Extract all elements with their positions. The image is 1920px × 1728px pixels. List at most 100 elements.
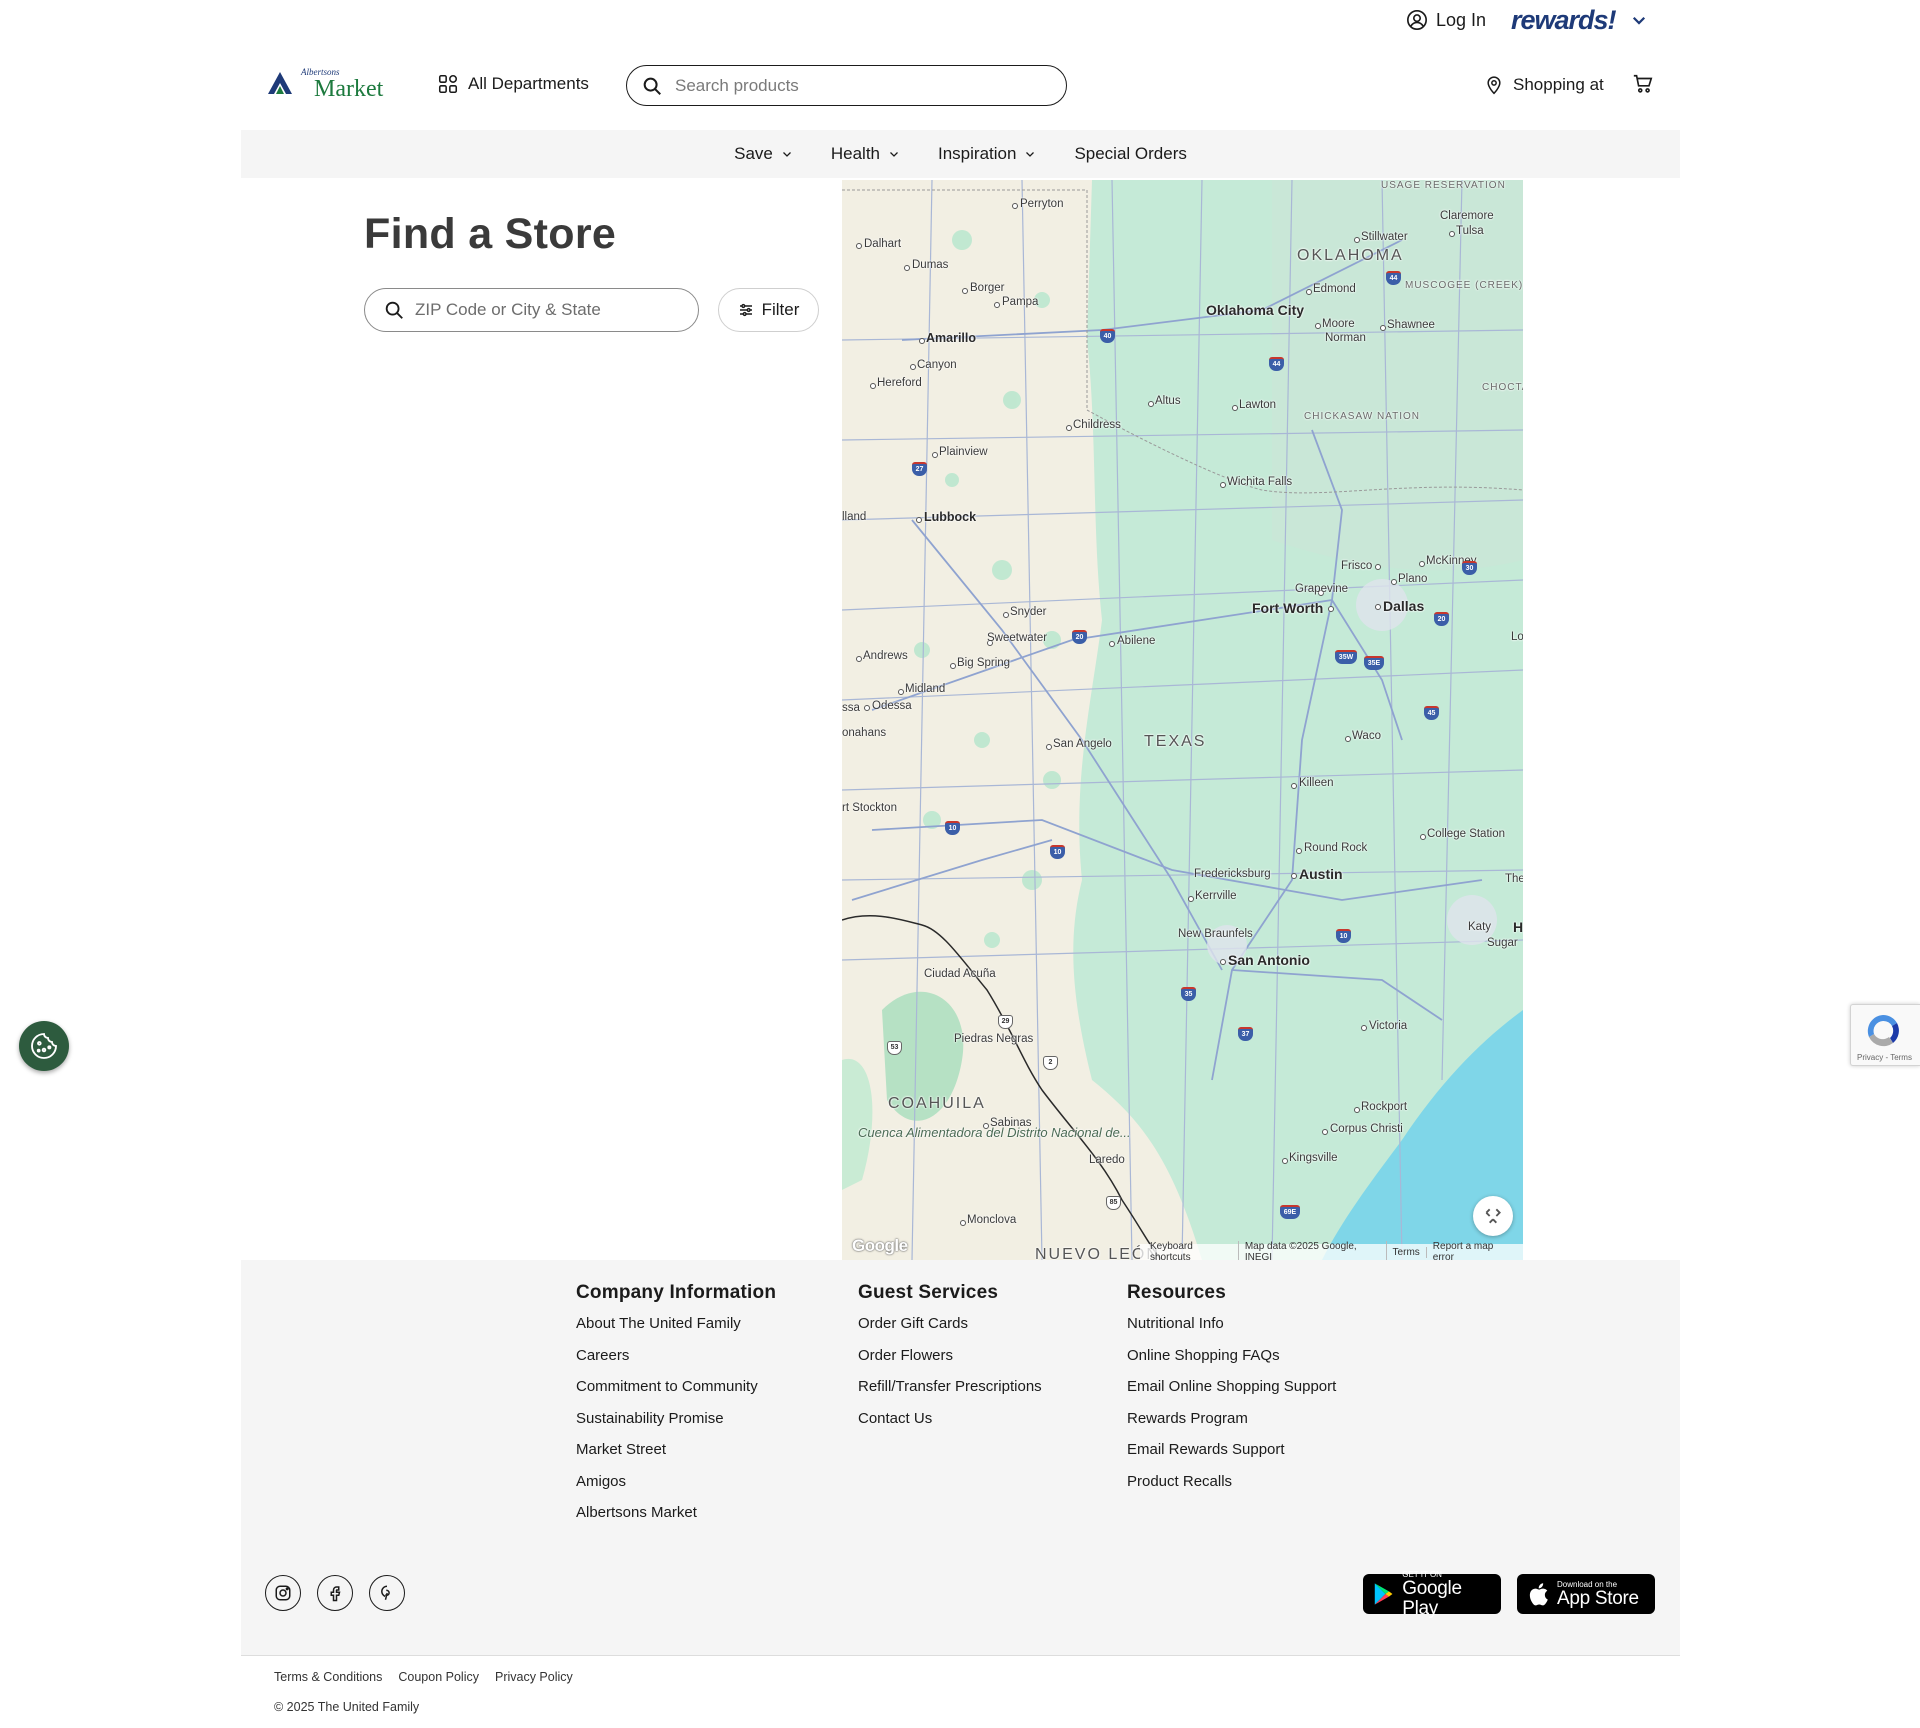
map-label-city: Plano [1398,573,1428,585]
nav-save[interactable]: Save [715,144,812,164]
map-attribution-bar: Keyboard shortcuts Map data ©2025 Google… [1140,1241,1523,1260]
social-links [265,1575,405,1611]
app-store-badge[interactable]: Download on the App Store [1517,1574,1655,1614]
copyright-text: © 2025 The United Family [274,1700,420,1714]
map-label-city: Monclova [967,1214,1017,1226]
map-label-city: San Angelo [1053,738,1112,750]
albertsons-market-logo[interactable]: Albertsons Market [266,66,386,106]
map-terms-link[interactable]: Terms [1387,1246,1427,1258]
sliders-icon [739,303,752,317]
footer-link[interactable]: Refill/Transfer Prescriptions [858,1377,1042,1409]
zip-city-state-input[interactable] [415,300,685,320]
chevron-down-icon [1632,16,1645,25]
map-dot [1220,959,1226,965]
footer-link[interactable]: Nutritional Info [1127,1314,1336,1346]
footer-link[interactable]: Online Shopping FAQs [1127,1346,1336,1378]
instagram-link[interactable] [265,1575,301,1611]
map-label-cuenca: Cuenca Alimentadora del Distrito Naciona… [858,1126,1131,1140]
interstate-shield: 37 [1238,1027,1253,1041]
map-label-city: Tulsa [1456,225,1484,237]
facebook-link[interactable] [317,1575,353,1611]
map-dot [898,689,904,695]
map-label-muscogee: MUSCOGEE (CREEK) NATION [1405,280,1523,291]
map-dot [983,1123,989,1129]
footer-link[interactable]: About The United Family [576,1314,776,1346]
map-label-city: Piedras Negras [954,1033,1034,1045]
pinterest-link[interactable] [369,1575,405,1611]
footer-link[interactable]: Order Flowers [858,1346,1042,1378]
footer-heading: Resources [1127,1282,1226,1303]
store-search-box [364,288,699,332]
map-label-city: Amarillo [926,331,977,345]
recaptcha-badge[interactable]: Privacy - Terms [1850,1004,1920,1066]
map-label-city: Laredo [1089,1154,1125,1166]
map-dot [1046,744,1052,750]
footer-link[interactable]: Albertsons Market [576,1503,776,1535]
cookie-settings-button[interactable] [19,1021,69,1071]
nav-inspiration[interactable]: Inspiration [919,144,1055,164]
utility-bar: Log In rewards! [241,0,1680,40]
login-link[interactable]: Log In [1406,8,1486,32]
footer-link[interactable]: Careers [576,1346,776,1378]
terms-conditions-link[interactable]: Terms & Conditions [274,1670,382,1684]
map-label-city: Norman [1325,332,1366,344]
all-departments-button[interactable]: All Departments [437,72,589,96]
map-fullscreen-button[interactable] [1473,1196,1513,1236]
highway-shield: 29 [998,1015,1013,1029]
search-icon[interactable] [383,299,405,321]
footer-link[interactable]: Product Recalls [1127,1472,1336,1504]
footer-link[interactable]: Contact Us [858,1409,1042,1441]
app-store-big-text: App Store [1557,1587,1639,1609]
map-label-city: Midland [905,683,946,695]
footer-link[interactable]: Order Gift Cards [858,1314,1042,1346]
footer-link[interactable]: Amigos [576,1472,776,1504]
map-label-choctaw: CHOCTA NATIO [1482,382,1523,393]
map-dot [856,243,862,249]
nav-health-label: Health [830,144,880,163]
interstate-shield: 45 [1424,706,1439,720]
map-dot [1328,606,1334,612]
map-dot [932,452,938,458]
map-label-city: Claremore [1440,210,1494,222]
nav-special-orders-label: Special Orders [1074,144,1187,163]
footer-link[interactable]: Sustainability Promise [576,1409,776,1441]
google-play-badge[interactable]: GET IT ON Google Play [1363,1570,1501,1618]
map-label-city: Katy [1468,921,1492,933]
rewards-menu[interactable]: rewards! [1511,4,1648,36]
map-label-city: The Wo [1505,873,1523,885]
filter-button[interactable]: Filter [718,288,819,332]
footer-link[interactable]: Email Online Shopping Support [1127,1377,1336,1409]
map-label-city: Grapevine [1295,583,1349,595]
map-label-city: Kerrville [1195,890,1237,902]
footer-link[interactable]: Market Street [576,1440,776,1472]
map-label-city: New Braunfels [1178,928,1253,940]
footer-link[interactable]: Rewards Program [1127,1409,1336,1441]
footer-link[interactable]: Email Rewards Support [1127,1440,1336,1472]
cart-button[interactable] [1632,73,1656,97]
report-map-error-link[interactable]: Report a map error [1427,1241,1519,1260]
map-dot [1282,1158,1288,1164]
chevron-down-icon [890,152,898,157]
interstate-shield: 10 [1336,929,1351,943]
map-dot [910,364,916,370]
search-icon[interactable] [641,75,663,97]
map-label-city: Sweetwater [987,632,1048,644]
map-dot [1003,612,1009,618]
footer-link[interactable]: Commitment to Community [576,1377,776,1409]
coupon-policy-link[interactable]: Coupon Policy [398,1670,479,1684]
keyboard-shortcuts-link[interactable]: Keyboard shortcuts [1144,1241,1239,1260]
product-search-input[interactable] [675,75,1045,96]
shopping-at-store-selector[interactable]: Shopping at [1484,73,1604,97]
nav-health[interactable]: Health [812,144,919,164]
cookie-icon [31,1033,57,1059]
interstate-shield: 27 [912,462,927,476]
map-label-city: Childress [1073,419,1121,431]
nav-special-orders[interactable]: Special Orders [1055,144,1205,164]
privacy-policy-link[interactable]: Privacy Policy [495,1670,573,1684]
map-label-city: Big Spring [957,657,1011,669]
map-dot [994,302,1000,308]
interstate-shield: 30 [1462,561,1477,575]
map-dot [1391,579,1397,585]
map-label-city: Waco [1352,730,1381,742]
store-map[interactable]: OKLAHOMA TEXAS COAHUILA NUEVO LEÓN USAGE… [842,180,1523,1260]
